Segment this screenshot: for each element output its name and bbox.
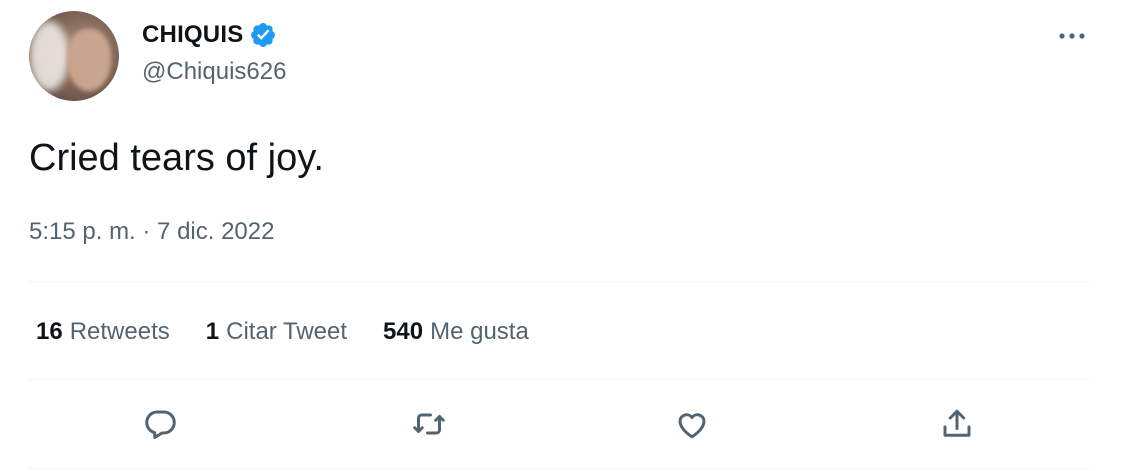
reply-button[interactable] <box>140 404 180 444</box>
author-handle[interactable]: @Chiquis626 <box>142 58 286 86</box>
tweet-timestamp[interactable]: 5:15 p. m. · 7 dic. 2022 <box>29 216 274 248</box>
reply-icon <box>145 410 176 439</box>
quotes-label: Citar Tweet <box>226 318 348 345</box>
divider-top <box>29 281 1089 282</box>
likes-count: 540 <box>383 318 424 345</box>
verified-badge-icon <box>251 23 276 47</box>
quotes-count: 1 <box>205 318 220 345</box>
avatar-highlight <box>29 21 69 91</box>
likes-stat[interactable]: 540 Me gusta <box>383 317 529 347</box>
tweet-card: CHIQUIS @Chiquis626 Cried tears of joy. … <box>0 0 1126 471</box>
tweet-text: Cried tears of joy. <box>29 137 324 179</box>
divider-middle <box>29 379 1089 380</box>
divider-bottom <box>29 468 1089 469</box>
retweets-count: 16 <box>36 318 63 345</box>
quotes-stat[interactable]: 1 Citar Tweet <box>206 317 347 347</box>
like-button[interactable] <box>672 404 712 444</box>
retweets-stat[interactable]: 16 Retweets <box>36 317 170 347</box>
avatar[interactable] <box>29 11 119 101</box>
author-name-row[interactable]: CHIQUIS <box>142 20 277 50</box>
engagement-stats: 16 Retweets 1 Citar Tweet 540 Me gusta <box>36 317 565 347</box>
retweet-icon <box>413 413 445 435</box>
share-icon <box>943 409 971 437</box>
retweet-button[interactable] <box>409 404 449 444</box>
avatar-face <box>67 29 111 91</box>
display-name[interactable]: CHIQUIS <box>142 21 243 49</box>
retweets-label: Retweets <box>69 318 170 345</box>
share-button[interactable] <box>937 404 977 444</box>
heart-icon <box>678 413 706 439</box>
likes-label: Me gusta <box>430 318 529 345</box>
more-options-icon[interactable] <box>1056 24 1088 48</box>
